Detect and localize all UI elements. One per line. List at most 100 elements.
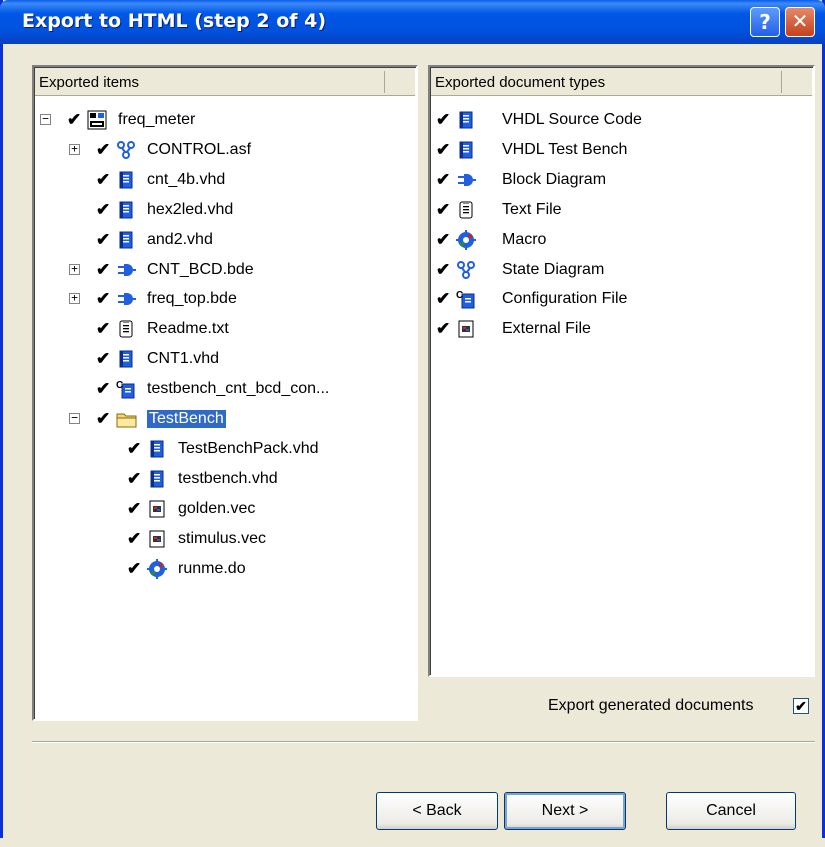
document-type-label: Configuration File bbox=[502, 290, 628, 308]
tree-item-label: CONTROL.asf bbox=[147, 140, 252, 158]
item-checkbox[interactable]: ✔ bbox=[96, 230, 110, 250]
document-type-label: Block Diagram bbox=[502, 170, 607, 188]
tree-item[interactable]: + ✔ CNT_BCD.bde bbox=[34, 257, 414, 285]
item-checkbox[interactable]: ✔ bbox=[127, 529, 141, 549]
document-type-checkbox[interactable]: ✔ bbox=[436, 289, 450, 309]
document-type-item[interactable]: ✔ Macro bbox=[430, 227, 810, 255]
document-type-item[interactable]: ✔ State Diagram bbox=[430, 257, 810, 285]
item-checkbox[interactable]: ✔ bbox=[96, 409, 110, 429]
export-generated-checkbox[interactable]: ✔ bbox=[793, 698, 809, 714]
document-type-label: State Diagram bbox=[502, 260, 605, 278]
document-type-item[interactable]: ✔ VHDL Test Bench bbox=[430, 137, 810, 165]
document-type-checkbox[interactable]: ✔ bbox=[436, 140, 450, 160]
item-checkbox[interactable]: ✔ bbox=[96, 200, 110, 220]
document-type-label: External File bbox=[502, 320, 591, 338]
close-button[interactable]: ✕ bbox=[785, 7, 815, 37]
tree-item[interactable]: ✔ Ctestbench_cnt_bcd_con... bbox=[34, 376, 414, 404]
document-type-item[interactable]: ✔ Block Diagram bbox=[430, 167, 810, 195]
tree-item-label: testbench_cnt_bcd_con... bbox=[147, 380, 330, 398]
document-type-checkbox[interactable]: ✔ bbox=[436, 200, 450, 220]
tree-item[interactable]: ✔ CNT1.vhd bbox=[34, 346, 414, 374]
document-type-item[interactable]: ✔ C Configuration File bbox=[430, 286, 810, 314]
document-type-item[interactable]: ✔ External File bbox=[430, 316, 810, 344]
tree-item-label: freq_meter bbox=[118, 111, 196, 128]
item-checkbox[interactable]: ✔ bbox=[96, 379, 110, 399]
state-diagram-icon bbox=[116, 140, 136, 160]
tree-item-label: CNT_BCD.bde bbox=[147, 260, 254, 278]
tree-item-label: TestBench bbox=[146, 409, 227, 429]
item-checkbox[interactable]: ✔ bbox=[96, 260, 110, 280]
tree-item[interactable]: ✔ TestBenchPack.vhd bbox=[34, 436, 414, 464]
vhdl-file-icon bbox=[147, 469, 167, 489]
document-type-checkbox[interactable]: ✔ bbox=[436, 170, 450, 190]
tree-item[interactable]: ✔ Readme.txt bbox=[34, 316, 414, 344]
next-button[interactable]: Next > bbox=[504, 792, 626, 830]
document-type-label: Macro bbox=[502, 230, 547, 248]
item-checkbox[interactable]: ✔ bbox=[96, 170, 110, 190]
item-checkbox[interactable]: ✔ bbox=[96, 349, 110, 369]
item-checkbox[interactable]: ✔ bbox=[96, 319, 110, 339]
tree-item[interactable]: ✔ cnt_4b.vhd bbox=[34, 167, 414, 195]
document-types-header[interactable]: Exported document types bbox=[431, 68, 812, 96]
block-diagram-icon bbox=[116, 289, 136, 309]
help-button[interactable]: ? bbox=[750, 7, 780, 37]
exported-items-header[interactable]: Exported items bbox=[35, 68, 415, 96]
item-checkbox[interactable]: ✔ bbox=[96, 140, 110, 160]
item-checkbox[interactable]: ✔ bbox=[127, 469, 141, 489]
external-file-icon bbox=[147, 499, 167, 519]
configuration-file-icon: C bbox=[116, 379, 136, 399]
text-file-icon bbox=[116, 319, 136, 339]
item-checkbox[interactable]: ✔ bbox=[127, 559, 141, 579]
tree-item-label: testbench.vhd bbox=[178, 469, 278, 487]
item-checkbox[interactable]: ✔ bbox=[127, 499, 141, 519]
state-diagram-icon bbox=[456, 260, 476, 280]
tree-item[interactable]: ✔ stimulus.vec bbox=[34, 526, 414, 554]
tree-item-label: runme.do bbox=[178, 559, 246, 577]
tree-item-label: Readme.txt bbox=[147, 320, 229, 338]
external-file-icon bbox=[456, 319, 476, 339]
document-type-checkbox[interactable]: ✔ bbox=[436, 260, 450, 280]
tree-item[interactable]: ✔ hex2led.vhd bbox=[34, 197, 414, 225]
document-types-header-label: Exported document types bbox=[435, 74, 606, 91]
document-type-checkbox[interactable]: ✔ bbox=[436, 319, 450, 339]
header-separator bbox=[781, 71, 782, 93]
expand-collapse-toggle[interactable]: − bbox=[69, 412, 80, 424]
item-checkbox[interactable]: ✔ bbox=[67, 110, 81, 130]
tree-item-label: and2.vhd bbox=[147, 230, 213, 248]
vhdl-file-icon bbox=[456, 110, 476, 130]
svg-text:C: C bbox=[456, 290, 463, 301]
tree-item[interactable]: ✔ and2.vhd bbox=[34, 227, 414, 255]
tree-item[interactable]: + ✔ CONTROL.asf bbox=[34, 137, 414, 165]
expand-collapse-toggle[interactable]: + bbox=[69, 263, 80, 275]
cancel-button[interactable]: Cancel bbox=[666, 792, 796, 830]
document-type-item[interactable]: ✔ VHDL Source Code bbox=[430, 107, 810, 135]
macro-icon bbox=[147, 558, 167, 579]
document-type-label: Text File bbox=[502, 200, 562, 218]
exported-items-tree[interactable]: Exported items − ✔ freq_meter + ✔ CONTROL.asf… bbox=[32, 65, 418, 721]
back-button[interactable]: < Back bbox=[376, 792, 498, 830]
tree-item[interactable]: ✔ golden.vec bbox=[34, 496, 414, 524]
tree-item[interactable]: − ✔ freq_meter bbox=[34, 107, 414, 135]
block-diagram-icon bbox=[456, 170, 476, 190]
tree-item[interactable]: ✔ runme.do bbox=[34, 556, 414, 584]
document-type-checkbox[interactable]: ✔ bbox=[436, 110, 450, 130]
item-checkbox[interactable]: ✔ bbox=[127, 439, 141, 459]
configuration-file-icon: C bbox=[456, 289, 476, 309]
document-type-label: VHDL Source Code bbox=[502, 111, 642, 128]
expand-collapse-toggle[interactable]: + bbox=[69, 143, 80, 155]
tree-item[interactable]: − ✔ TestBench bbox=[34, 406, 414, 434]
title-bar[interactable]: Export to HTML (step 2 of 4) ? ✕ bbox=[0, 0, 825, 44]
document-type-checkbox[interactable]: ✔ bbox=[436, 230, 450, 250]
folder-icon bbox=[116, 409, 137, 429]
expand-collapse-toggle[interactable]: + bbox=[69, 292, 80, 305]
vhdl-file-icon bbox=[116, 170, 136, 190]
vhdl-file-icon bbox=[456, 140, 476, 160]
tree-item-label: cnt_4b.vhd bbox=[147, 170, 226, 188]
exported-document-types-list[interactable]: Exported document types ✔ VHDL Source Cod… bbox=[428, 65, 815, 677]
tree-item[interactable]: + ✔ freq_top.bde bbox=[34, 286, 414, 314]
item-checkbox[interactable]: ✔ bbox=[96, 289, 110, 309]
document-type-item[interactable]: ✔ Text File bbox=[430, 197, 810, 225]
export-generated-label: Export generated documents bbox=[548, 697, 754, 714]
tree-item[interactable]: ✔ testbench.vhd bbox=[34, 466, 414, 494]
expand-collapse-toggle[interactable]: − bbox=[40, 113, 51, 125]
